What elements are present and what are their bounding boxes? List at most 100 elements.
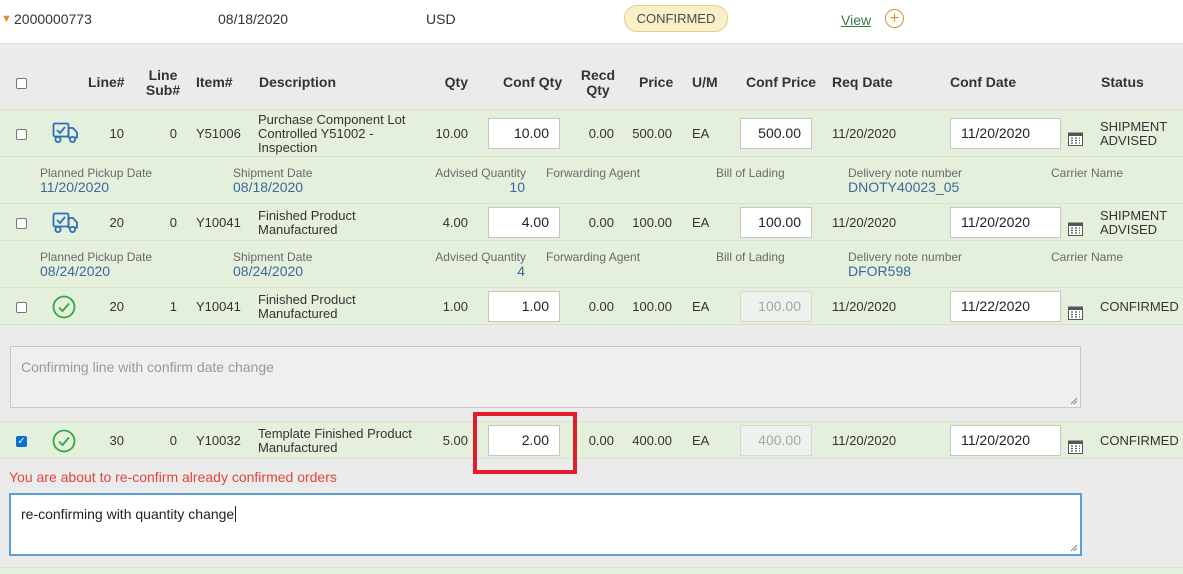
uom: EA: [692, 215, 710, 230]
description-line: Finished Product: [258, 292, 356, 307]
description-line: Manufactured: [258, 222, 338, 237]
table-row: 10 0 Y51006 Purchase Component Lot Contr…: [0, 109, 1183, 157]
description-line: Controlled Y51002 -: [258, 126, 374, 141]
calendar-icon[interactable]: [1068, 439, 1083, 454]
line-number: 20: [109, 215, 124, 230]
shipment-date-value: 08/24/2020: [233, 263, 304, 279]
delivery-note-field: Delivery note number DFOR598: [848, 251, 962, 279]
qty: 10.00: [435, 126, 468, 141]
forwarding-agent-label: Forwarding Agent: [546, 166, 641, 180]
resize-grip-icon[interactable]: [1068, 542, 1078, 552]
line-number: 30: [109, 433, 124, 448]
col-uom: U/M: [692, 74, 718, 90]
req-date: 11/20/2020: [832, 215, 897, 230]
description-line: Finished Product: [258, 208, 356, 223]
item-number: Y10032: [196, 433, 241, 448]
item-number: Y51006: [196, 126, 241, 141]
uom: EA: [692, 433, 710, 448]
conf-price-input[interactable]: 100.00: [740, 207, 812, 238]
check-circle-icon: [52, 429, 76, 453]
calendar-icon[interactable]: [1068, 305, 1083, 320]
calendar-icon[interactable]: [1068, 221, 1083, 236]
column-header-row: Line# Line Sub# Item# Description Qty Co…: [0, 44, 1183, 109]
conf-price-input-disabled: 100.00: [740, 291, 812, 322]
col-recd-qty: Recd Qty: [578, 68, 618, 98]
table-row: 20 1 Y10041 Finished Product Manufacture…: [0, 287, 1183, 325]
forwarding-agent-label: Forwarding Agent: [546, 250, 641, 264]
text-cursor: [235, 506, 237, 522]
uom: EA: [692, 299, 710, 314]
description: Template Finished Product Manufactured: [258, 427, 428, 455]
conf-qty-input[interactable]: 1.00: [488, 291, 560, 322]
row-checkbox[interactable]: [16, 129, 27, 140]
description: Finished Product Manufactured: [258, 209, 428, 237]
uom: EA: [692, 126, 710, 141]
price: 500.00: [632, 126, 672, 141]
col-line-sub-1: Line: [148, 67, 178, 83]
line-sub: 0: [169, 215, 177, 230]
col-price: Price: [639, 74, 674, 90]
order-header-row: ▼ 2000000773 08/18/2020 USD CONFIRMED Vi…: [0, 0, 1183, 44]
qty: 4.00: [442, 215, 468, 230]
status: SHIPMENT ADVISED: [1100, 120, 1167, 148]
table-row: ✓ 30 0 Y10032 Template Finished Product …: [0, 421, 1183, 459]
shipment-date-value: 08/18/2020: [233, 179, 304, 195]
status: CONFIRMED: [1100, 433, 1179, 448]
req-date: 11/20/2020: [832, 126, 897, 141]
recd-qty: 0.00: [588, 433, 614, 448]
advised-qty-field: Advised Quantity 10: [425, 167, 526, 195]
calendar-icon[interactable]: [1068, 131, 1083, 146]
row-checkbox[interactable]: [16, 218, 27, 229]
comment-textarea[interactable]: Confirming line with confirm date change: [10, 346, 1081, 408]
conf-qty-input[interactable]: 10.00: [488, 118, 560, 149]
resize-grip-icon[interactable]: [1068, 395, 1078, 405]
truck-icon: [52, 212, 78, 233]
conf-date-input[interactable]: 11/22/2020: [950, 291, 1061, 322]
status-line: ADVISED: [1100, 133, 1158, 148]
advised-qty-value: 4: [517, 263, 525, 279]
conf-date-input[interactable]: 11/20/2020: [950, 425, 1061, 456]
col-status: Status: [1101, 74, 1144, 90]
req-date: 11/20/2020: [832, 433, 897, 448]
table-row: 20 0 Y10041 Finished Product Manufacture…: [0, 203, 1183, 241]
add-icon[interactable]: +: [885, 9, 904, 28]
select-all-checkbox[interactable]: [16, 78, 27, 89]
row-checkbox-checked[interactable]: ✓: [16, 436, 27, 447]
pickup-date-value: 08/24/2020: [40, 263, 111, 279]
view-link[interactable]: View: [841, 12, 871, 28]
recd-qty: 0.00: [588, 299, 614, 314]
bill-of-lading-label: Bill of Lading: [716, 250, 785, 264]
conf-date-input[interactable]: 11/20/2020: [950, 118, 1061, 149]
col-line-sub: Line Sub#: [143, 68, 183, 98]
status-line: ADVISED: [1100, 222, 1158, 237]
price: 100.00: [632, 215, 672, 230]
order-number: 2000000773: [14, 11, 92, 27]
conf-qty-input[interactable]: 4.00: [488, 207, 560, 238]
recd-qty: 0.00: [588, 126, 614, 141]
carrier-name-label: Carrier Name: [1051, 166, 1124, 180]
col-recd-qty-2: Qty: [586, 82, 610, 98]
bill-of-lading-label: Bill of Lading: [716, 166, 785, 180]
description-line: Manufactured: [258, 306, 338, 321]
conf-price-input[interactable]: 500.00: [740, 118, 812, 149]
check-circle-icon: [52, 295, 76, 319]
col-req-date: Req Date: [832, 74, 893, 90]
comment-placeholder: Confirming line with confirm date change: [21, 359, 274, 375]
col-recd-qty-1: Recd: [580, 67, 616, 83]
comment-textarea-active[interactable]: re-confirming with quantity change: [9, 493, 1082, 556]
conf-date-input[interactable]: 11/20/2020: [950, 207, 1061, 238]
col-item: Item#: [196, 74, 233, 90]
conf-price-input-disabled: 400.00: [740, 425, 812, 456]
expand-triangle-icon[interactable]: ▼: [1, 13, 12, 25]
status-line: SHIPMENT: [1100, 208, 1168, 223]
col-conf-date: Conf Date: [950, 74, 1017, 90]
shipment-detail-row: Planned Pickup Date 11/20/2020 Shipment …: [0, 157, 1183, 203]
delivery-note-field: Delivery note number DNOTY40023_05: [848, 167, 962, 195]
row-checkbox[interactable]: [16, 302, 27, 313]
qty: 1.00: [442, 299, 468, 314]
line-number: 20: [109, 299, 124, 314]
shipment-detail-row: Planned Pickup Date 08/24/2020 Shipment …: [0, 241, 1183, 287]
item-number: Y10041: [196, 299, 241, 314]
pickup-date-field: Planned Pickup Date 08/24/2020: [40, 251, 152, 279]
description: Finished Product Manufactured: [258, 293, 428, 321]
